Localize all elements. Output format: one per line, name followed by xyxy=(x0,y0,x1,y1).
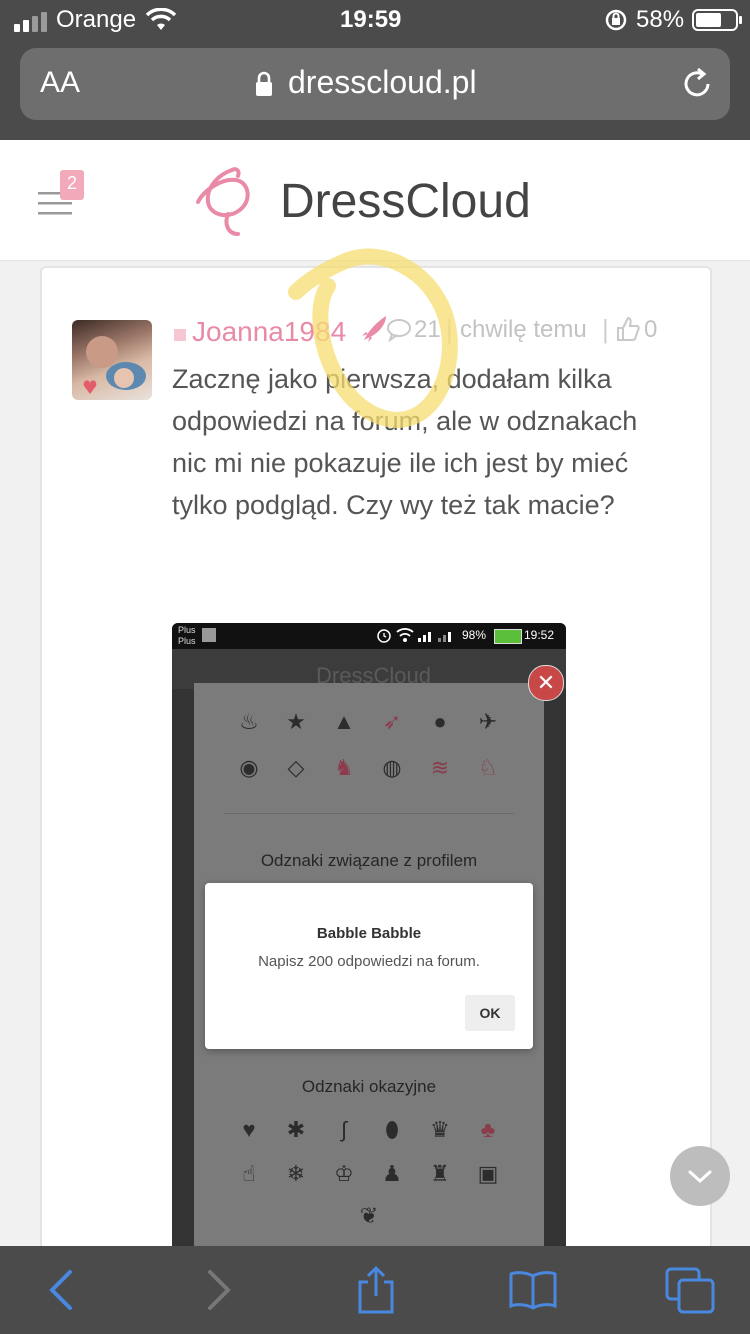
tabs-icon[interactable] xyxy=(664,1266,716,1314)
carrier-label: Orange xyxy=(56,6,137,33)
bunny-icon: ♟ xyxy=(382,1161,402,1186)
notification-badge: 2 xyxy=(60,170,84,200)
like-count: 0 xyxy=(644,316,658,343)
post-body: Zacznę jako pierwsza, dodałam kilka odpo… xyxy=(172,358,692,526)
attachment-battery-percent: 98% xyxy=(462,628,487,642)
attachment-signal-icon xyxy=(418,629,458,642)
easter-egg-icon: ⬮ xyxy=(385,1117,399,1142)
rabbit-icon: ♞ xyxy=(334,755,354,780)
dialog-message: Napisz 200 odpowiedzi na forum. xyxy=(258,953,480,970)
plane-icon: ✈ xyxy=(478,709,498,734)
tornado-icon: ≋ xyxy=(430,755,450,780)
attached-screenshot[interactable]: Plus Plus 98% 19:52 DressCloud ♨ ★ ▲ ➶ ●… xyxy=(172,623,566,1273)
attachment-alarm-icon xyxy=(376,627,392,643)
balloons-icon: ❦ xyxy=(359,1203,379,1228)
star-icon: ★ xyxy=(286,709,306,734)
share-icon[interactable] xyxy=(354,1264,398,1316)
post-body-line: Zacznę jako pierwsza, dodałam kilka xyxy=(172,364,612,394)
status-square xyxy=(174,329,186,341)
fire-icon: ♨ xyxy=(239,709,259,734)
reply-count: 21 xyxy=(414,316,441,343)
avatar[interactable] xyxy=(72,320,152,400)
lock-icon xyxy=(254,70,274,98)
piggy-bank-icon: ◍ xyxy=(382,755,402,780)
cupcake-icon: ♔ xyxy=(334,1161,354,1186)
spy-icon: ♜ xyxy=(430,1161,450,1186)
comment-icon xyxy=(386,318,412,343)
scroll-down-button[interactable] xyxy=(670,1146,730,1206)
dialog-title: Babble Babble xyxy=(316,925,422,942)
hand-pointer-icon: ☝ xyxy=(242,1161,256,1186)
attachment-battery-icon xyxy=(494,629,522,644)
post-body-line: tylko podgląd. Czy wy też tak macie? xyxy=(172,490,615,520)
bug-icon: ✱ xyxy=(286,1117,306,1142)
birthday-cake-icon: ♛ xyxy=(430,1117,450,1142)
meta-separator-1: | xyxy=(446,314,453,344)
bird-icon: ♘ xyxy=(478,755,498,780)
battery-icon xyxy=(692,8,744,32)
snowflake-icon: ❄ xyxy=(286,1161,306,1186)
chevron-down-icon xyxy=(688,1170,712,1184)
site-header: 2 DressCloud xyxy=(0,140,750,261)
attachment-carrier-1: Plus xyxy=(178,625,196,635)
post-body-line: nic mi nie pokazuje ile ich jest by mieć xyxy=(172,448,629,478)
post-username[interactable]: Joanna1984 xyxy=(192,316,346,348)
signal-icon xyxy=(14,10,54,32)
dresscloud-logo-icon[interactable] xyxy=(192,164,262,240)
section-heading-occasional: Odznaki okazyjne xyxy=(301,1077,437,1096)
back-icon[interactable] xyxy=(44,1268,80,1312)
calendar-star-icon: ▣ xyxy=(477,1161,499,1186)
attachment-carrier-2: Plus xyxy=(178,636,196,646)
badge-dialog: Babble Babble Napisz 200 odpowiedzi na f… xyxy=(205,883,533,1049)
mountain-icon: ▲ xyxy=(333,709,355,734)
forward-icon[interactable] xyxy=(200,1268,236,1312)
attachment-wifi-icon xyxy=(396,627,414,643)
panel-divider xyxy=(224,813,514,814)
url-text[interactable]: dresscloud.pl xyxy=(288,64,477,101)
orientation-lock-icon xyxy=(604,8,628,32)
browser-toolbar xyxy=(0,1246,750,1334)
wifi-icon xyxy=(145,7,177,32)
dialog-ok-button: OK xyxy=(465,995,515,1031)
attachment-time: 19:52 xyxy=(524,628,555,642)
attachment-app-icon xyxy=(202,628,216,642)
brand-name[interactable]: DressCloud xyxy=(280,174,531,229)
address-bar[interactable]: AA dresscloud.pl xyxy=(20,48,730,120)
attachment-status-bar: Plus Plus 98% 19:52 xyxy=(172,623,566,649)
post-body-line: odpowiedzi na forum, ale w odznakach xyxy=(172,406,638,436)
christmas-tree-icon: ♣ xyxy=(480,1117,496,1142)
clock: 19:59 xyxy=(340,6,402,33)
post-time: chwilę temu xyxy=(460,316,587,343)
text-size-button[interactable]: AA xyxy=(40,66,80,100)
section-heading-profile: Odznaki związane z profilem xyxy=(260,851,478,870)
diamond-icon: ◇ xyxy=(287,755,305,780)
candy-cane-icon: ∫ xyxy=(340,1117,348,1142)
browser-top-chrome: Orange 19:59 58% AA dresscloud.pl xyxy=(0,0,750,140)
bomb-icon: ● xyxy=(433,709,447,734)
bookmarks-icon[interactable] xyxy=(508,1268,558,1312)
rocket-icon: ➶ xyxy=(382,709,402,734)
battery-percent: 58% xyxy=(636,6,685,33)
reload-icon[interactable] xyxy=(680,66,716,102)
comet-icon: ◉ xyxy=(239,755,259,780)
like-icon[interactable] xyxy=(616,316,640,342)
meta-separator-2: | xyxy=(602,314,609,344)
balloon-heart-icon: ♥ xyxy=(242,1117,256,1142)
attachment-close-icon: ✕ xyxy=(528,665,564,701)
